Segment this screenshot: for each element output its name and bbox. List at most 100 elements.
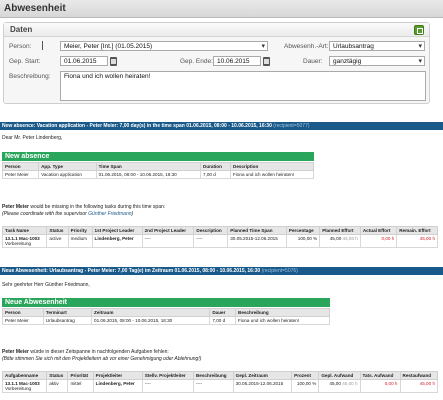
table-cell: ---- — [192, 379, 234, 393]
email-subject-en: New absence: Vacation application - Pete… — [2, 123, 272, 129]
description-value: Fiona und ich wollen heiraten! — [64, 73, 151, 80]
table-cell: Peter Meier — [1, 170, 40, 179]
project-leader: Lindenberg, Peter — [94, 236, 134, 241]
person-select[interactable]: Meier, Peter [Int.] (01.05.2015) — [60, 41, 268, 51]
column-header: Beschreibung — [192, 371, 234, 380]
task-name-cell: 13.1.1 Mac-1003 Vorbereitung — [1, 379, 48, 393]
table-header-row: Aufgabenname Status Priorität Projektlei… — [1, 371, 438, 380]
missing-sentence-en: would be missing in the following tasks … — [28, 204, 166, 210]
column-header: Priority — [67, 226, 93, 235]
table-header-row: Task Name Status Priority 1st Project Le… — [1, 226, 438, 235]
supervisor-link-en[interactable]: Günther Friedmann — [88, 211, 131, 217]
end-date-value: 10.06.2015 — [217, 58, 250, 65]
panel-title: Daten — [10, 25, 33, 34]
column-header: Priorität — [67, 371, 94, 380]
column-header: App. Type — [38, 162, 97, 171]
end-date-field[interactable]: 10.06.2015 — [213, 56, 261, 66]
email-subject-bar-de: Neue Abwesenheit: Urlaubsantrag - Peter … — [0, 267, 443, 275]
duration-value: ganztägig — [333, 58, 362, 65]
table-cell: Peter Meier — [2, 316, 44, 325]
table-cell: 0,00 h — [359, 234, 398, 248]
new-absence-header-en: New absence — [2, 152, 314, 161]
table-cell: Lindenberg, Peter — [91, 234, 143, 248]
new-absence-header-de: Neue Abwesenheit — [2, 298, 330, 307]
table-row: Peter Meier Vacation application 01.06.2… — [1, 170, 314, 179]
column-header: Description — [193, 226, 229, 235]
column-header: Gepl. Zeitraum — [232, 371, 293, 380]
table-row: Peter Meier Urlaubsantrag 01.06.2015, 08… — [2, 316, 330, 325]
table-cell: active — [46, 234, 69, 248]
duration-label: Dauer: — [303, 58, 323, 65]
coordinate-note-en: (Please coordinate with the supervisor G… — [2, 211, 133, 217]
missing-sentence-de: würde in dieser Zeitspanne in nachfolgen… — [28, 349, 169, 355]
table-cell: 100,00 % — [291, 379, 320, 393]
absence-table-en: Person App. Type Time Span Duration Desc… — [1, 162, 314, 179]
planned-effort-grey: 45,00 h — [342, 381, 358, 386]
duration-select[interactable]: ganztägig — [329, 56, 425, 66]
email-subject-de: Neue Abwesenheit: Urlaubsantrag - Peter … — [2, 268, 261, 274]
table-cell: Fiona und ich wollen heiraten! — [235, 316, 330, 325]
start-date-field[interactable]: 01.06.2015 — [60, 56, 108, 66]
coordinate-suffix-en: ) — [131, 211, 134, 217]
absence-type-label: Abwesenh.-Art: — [284, 43, 329, 50]
column-header: Zeitraum — [91, 308, 211, 317]
expand-icon[interactable] — [414, 25, 424, 35]
table-cell: 30.05.2015-12.06.2015 — [232, 379, 293, 393]
project-leader: Lindenberg, Peter — [95, 381, 135, 386]
table-cell: 45,00 45,00 h — [319, 234, 361, 248]
table-cell: aktiv — [46, 379, 69, 393]
column-header: Status — [46, 371, 69, 380]
column-header: Stellv. Projektleiter — [141, 371, 194, 380]
column-header: Gepl. Aufwand — [318, 371, 361, 380]
column-header: 2nd Project Leader — [141, 226, 195, 235]
table-header-row: Person Termin­art Zeitraum Dauer Beschre… — [2, 308, 330, 317]
table-cell: 45,00 45,00 h — [318, 379, 361, 393]
column-header: Planned Effort — [319, 226, 361, 235]
new-absence-title-en: New absence — [5, 153, 50, 160]
column-header: Aufgabenname — [1, 371, 48, 380]
column-header: Time Span — [95, 162, 202, 171]
column-header: Restaufwand — [399, 371, 438, 380]
column-header: Person — [2, 308, 44, 317]
column-header: Termin­art — [42, 308, 93, 317]
missing-person-en: Peter Meier — [2, 204, 29, 210]
task-table-en: Task Name Status Priority 1st Project Le… — [1, 226, 438, 248]
table-cell: 30.05.2015-12.06.2015 — [227, 234, 287, 248]
missing-person-de: Peter Meier — [2, 349, 29, 355]
column-header: Dauer — [209, 308, 236, 317]
task-subname: Vorbereitung — [5, 241, 32, 246]
table-cell: ---- — [141, 379, 194, 393]
description-textarea[interactable]: Fiona und ich wollen heiraten! — [60, 71, 426, 101]
column-header: Task Name — [1, 226, 48, 235]
column-header: Percentage — [285, 226, 321, 235]
column-header: Beschreibung — [235, 308, 330, 317]
column-header: Description — [230, 162, 314, 171]
table-cell: Lindenberg, Peter — [92, 379, 143, 393]
email-greeting-en: Dear Mr. Peter Lindenberg, — [2, 135, 63, 141]
start-date-value: 01.06.2015 — [64, 58, 97, 65]
planned-effort-grey: 45,00 h — [342, 236, 358, 241]
end-label: Gep. Ende: — [180, 58, 213, 65]
table-cell: Fiona und ich wollen heiraten! — [230, 170, 314, 179]
person-label: Person: — [9, 43, 32, 50]
table-cell: 100,00 % — [285, 234, 321, 248]
planned-effort: 45,00 — [329, 381, 341, 386]
column-header: Remain. Effort — [396, 226, 438, 235]
column-header: Prozent — [291, 371, 320, 380]
new-absence-title-de: Neue Abwesenheit — [5, 299, 67, 306]
missing-text-en: Peter Meier would be missing in the foll… — [2, 204, 165, 210]
calendar-icon[interactable] — [263, 57, 270, 66]
column-header: Planned Time Span — [227, 226, 287, 235]
email-greeting-de: Sehr geehrter Herr Günther Friedmann, — [2, 282, 90, 288]
column-header: Person — [1, 162, 40, 171]
panel-header: Daten — [4, 23, 429, 37]
coordinate-prefix-en: (Please coordinate with the supervisor — [2, 211, 89, 217]
column-header: Duration — [200, 162, 232, 171]
email-recipient-de: (recipient=5076) — [261, 268, 298, 274]
table-cell: mittel — [67, 379, 94, 393]
column-header: Tats. Aufwand — [359, 371, 401, 380]
absence-type-select[interactable]: Urlaubsantrag — [329, 41, 425, 51]
calendar-icon[interactable] — [110, 57, 117, 66]
table-header-row: Person App. Type Time Span Duration Desc… — [1, 162, 314, 171]
table-cell: Urlaubsantrag — [42, 316, 93, 325]
